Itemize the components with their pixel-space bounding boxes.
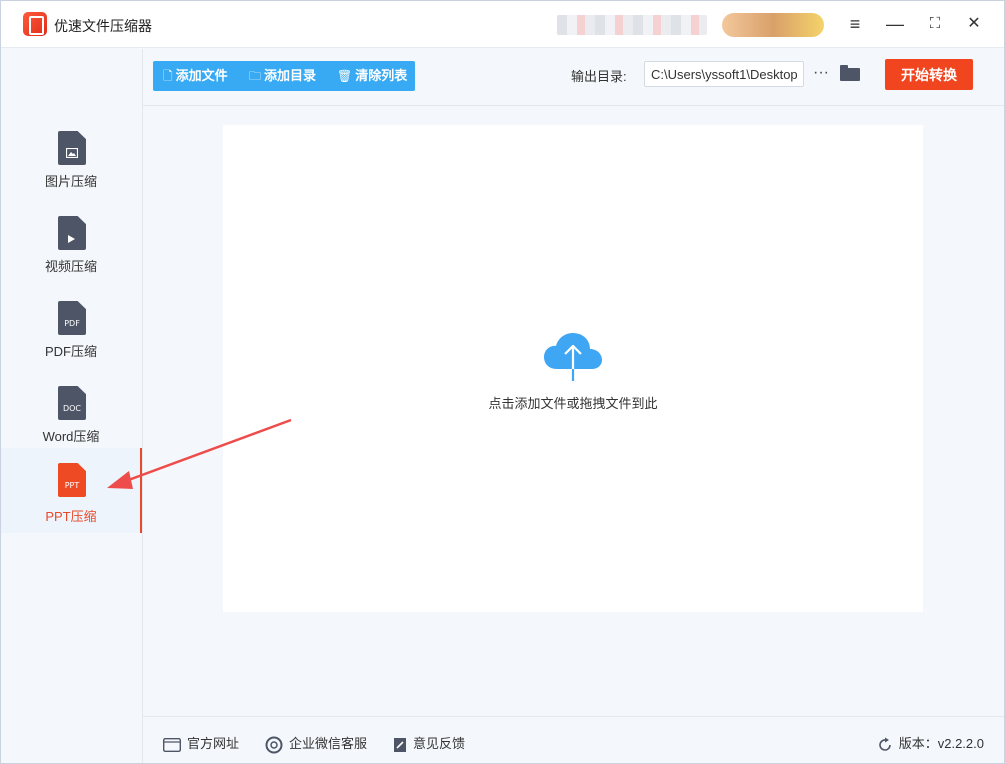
sidebar-item-image[interactable]: 图片压缩: [1, 123, 141, 208]
title-bar: 优速文件压缩器 ≡ — ⛶ ✕: [1, 1, 1004, 48]
add-folder-label: 添加目录: [264, 68, 317, 83]
file-tag: DOC: [62, 404, 82, 413]
app-logo-icon: [23, 12, 47, 36]
user-account-info[interactable]: [557, 15, 707, 35]
app-title: 优速文件压缩器: [54, 18, 152, 34]
vip-badge[interactable]: [722, 13, 824, 37]
minimize-icon[interactable]: —: [884, 13, 906, 35]
toolbar-divider: [143, 105, 1004, 106]
file-tag: PDF: [64, 319, 80, 328]
sidebar-item-pdf[interactable]: PDF PDF压缩: [1, 293, 141, 378]
file-drop-area[interactable]: 点击添加文件或拖拽文件到此: [223, 125, 923, 612]
clear-list-button[interactable]: 🗑 清除列表: [337, 61, 407, 91]
feedback-label: 意见反馈: [413, 736, 466, 751]
footer-bar: 官方网址 企业微信客服 意见反馈 版本：v2.2.2.0: [143, 716, 1004, 763]
sidebar: 图片压缩 视频压缩 PDF PDF压缩 DOC Word压缩 PPT PPT压缩: [1, 49, 143, 763]
sidebar-item-ppt[interactable]: PPT PPT压缩: [1, 448, 142, 533]
file-tag: PPT: [64, 481, 80, 490]
more-options-button[interactable]: ···: [811, 62, 831, 86]
output-dir-input[interactable]: [644, 61, 804, 87]
website-label: 官方网址: [187, 736, 240, 751]
video-file-icon: [58, 216, 86, 250]
refresh-icon: [878, 737, 891, 751]
website-icon: [163, 737, 181, 752]
sidebar-item-label: PDF压缩: [44, 344, 97, 359]
menu-icon[interactable]: ≡: [844, 13, 866, 35]
close-icon[interactable]: ✕: [963, 13, 985, 35]
pdf-file-icon: PDF: [58, 301, 86, 335]
wechat-label: 企业微信客服: [289, 736, 368, 751]
feedback-link[interactable]: 意见反馈: [393, 733, 465, 753]
image-file-icon: [58, 131, 86, 165]
sidebar-item-label: 视频压缩: [44, 259, 97, 274]
clear-list-label: 清除列表: [355, 68, 408, 83]
website-link[interactable]: 官方网址: [163, 733, 239, 752]
open-folder-icon[interactable]: [840, 65, 860, 81]
output-dir-label: 输出目录:: [571, 69, 627, 84]
start-convert-button[interactable]: 开始转换: [885, 59, 973, 90]
feedback-icon: [394, 737, 406, 752]
wechat-support-link[interactable]: 企业微信客服: [265, 733, 367, 754]
add-file-label: 添加文件: [175, 68, 228, 83]
add-folder-button[interactable]: 🗀 添加目录: [249, 61, 316, 91]
drop-hint-text: 点击添加文件或拖拽文件到此: [488, 396, 658, 411]
folder-outline-icon: 🗀: [249, 69, 262, 83]
sidebar-item-label: 图片压缩: [44, 174, 97, 189]
app-window: 优速文件压缩器 ≡ — ⛶ ✕ 图片压缩 视频压缩 PDF PDF压缩 DOC …: [0, 0, 1005, 764]
doc-file-icon: DOC: [58, 386, 86, 420]
sidebar-item-label: PPT压缩: [45, 509, 97, 524]
file-icon: 🗋: [163, 69, 173, 83]
version-info[interactable]: 版本：v2.2.2.0: [877, 733, 984, 753]
sidebar-item-label: Word压缩: [42, 429, 100, 444]
sidebar-item-video[interactable]: 视频压缩: [1, 208, 141, 293]
file-toolbar: 🗋 添加文件 🗀 添加目录 🗑 清除列表: [153, 61, 415, 91]
cloud-upload-icon: [544, 333, 602, 381]
add-file-button[interactable]: 🗋 添加文件: [163, 61, 228, 91]
ppt-file-icon: PPT: [58, 463, 86, 497]
maximize-icon[interactable]: ⛶: [924, 13, 946, 35]
version-label: 版本：v2.2.2.0: [898, 736, 984, 751]
wechat-icon: [265, 736, 283, 754]
trash-icon: 🗑: [337, 69, 353, 83]
